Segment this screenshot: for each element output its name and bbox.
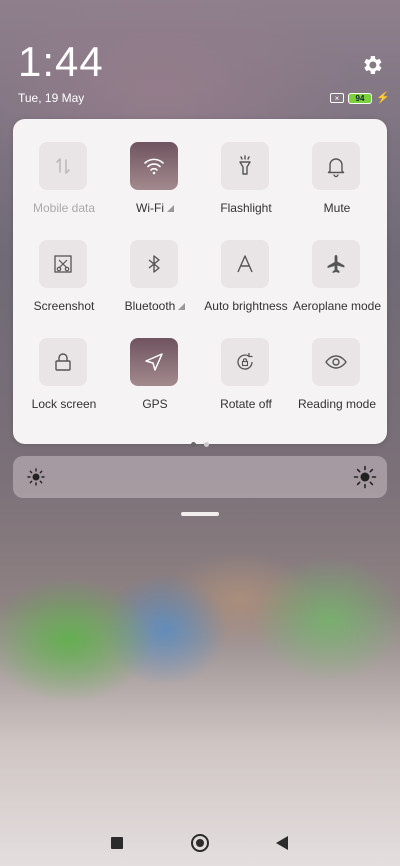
status-clock: 1:44 [18, 38, 104, 85]
tile-label: Wi-Fi [103, 201, 207, 215]
tile-label: Auto brightness [204, 299, 288, 313]
tile-gps[interactable]: GPS [109, 315, 201, 411]
navigation-bar [0, 820, 400, 866]
tile-label: Rotate off [220, 397, 272, 411]
tile-lock-screen[interactable]: Lock screen [18, 315, 110, 411]
tile-aeroplane-mode[interactable]: Aeroplane mode [291, 217, 383, 313]
tile-label: Screenshot [33, 299, 95, 313]
tile-flashlight[interactable]: Flashlight [200, 119, 292, 215]
flashlight-icon [221, 142, 269, 190]
tile-mobile-data[interactable]: Mobile data [18, 119, 110, 215]
rotate-lock-icon [221, 338, 269, 386]
tile-bluetooth[interactable]: Bluetooth [109, 217, 201, 313]
brightness-low-icon [27, 468, 45, 486]
tile-label: Mute [323, 201, 351, 215]
auto-brightness-icon [221, 240, 269, 288]
brightness-high-icon [353, 465, 377, 489]
settings-gear-icon[interactable] [360, 53, 384, 77]
expand-arrow-icon [178, 303, 186, 310]
expand-arrow-icon [166, 205, 174, 212]
tile-label: Aeroplane mode [292, 299, 382, 313]
screenshot-icon [39, 240, 87, 288]
status-icons: × 94 ⚡ [330, 91, 390, 105]
tile-reading-mode[interactable]: Reading mode [291, 315, 383, 411]
wifi-icon [130, 142, 178, 190]
no-sim-icon: × [330, 93, 344, 103]
tile-wifi[interactable]: Wi-Fi [109, 119, 201, 215]
bluetooth-icon [130, 240, 178, 288]
tile-screenshot[interactable]: Screenshot [18, 217, 110, 313]
bell-icon [312, 142, 360, 190]
tile-label: Bluetooth [103, 299, 207, 313]
page-dot-active [191, 442, 196, 447]
home-button[interactable] [191, 834, 209, 852]
tile-label: Reading mode [297, 397, 377, 411]
recents-button[interactable] [111, 837, 123, 849]
drag-handle[interactable] [181, 512, 219, 516]
tile-auto-brightness[interactable]: Auto brightness [200, 217, 292, 313]
lock-icon [39, 338, 87, 386]
tile-label: Mobile data [32, 201, 96, 215]
quick-settings-panel: Mobile data Wi-Fi Flashlight Mute Screen… [13, 119, 387, 447]
back-button[interactable] [276, 836, 288, 850]
tile-label: GPS [142, 397, 168, 411]
page-dot [204, 442, 209, 447]
brightness-slider[interactable] [13, 456, 387, 498]
battery-level: 94 [349, 93, 371, 103]
page-indicator [13, 434, 387, 452]
tile-label: Lock screen [31, 397, 97, 411]
tile-mute[interactable]: Mute [291, 119, 383, 215]
gps-icon [130, 338, 178, 386]
tile-label: Flashlight [220, 201, 272, 215]
airplane-icon [312, 240, 360, 288]
mobile-data-icon [39, 142, 87, 190]
eye-icon [312, 338, 360, 386]
charging-icon: ⚡ [376, 91, 390, 104]
status-date: Tue, 19 May [18, 91, 85, 105]
battery-icon: 94 [348, 92, 372, 104]
tile-rotate-off[interactable]: Rotate off [200, 315, 292, 411]
